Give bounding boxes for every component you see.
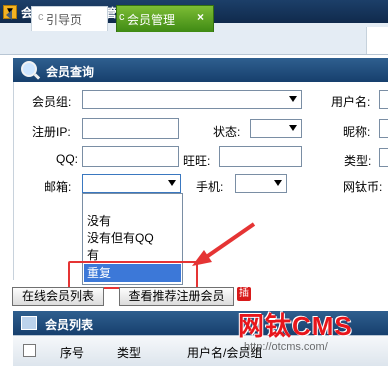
- select-all-checkbox[interactable]: [23, 344, 36, 357]
- tab-scroll-right[interactable]: [366, 27, 388, 54]
- qq-input[interactable]: [82, 146, 179, 167]
- query-panel-header: 会员查询: [13, 58, 388, 82]
- chevron-down-icon: [289, 125, 297, 131]
- online-members-button[interactable]: 在线会员列表: [12, 287, 104, 306]
- phone-label: 手机:: [196, 180, 224, 194]
- list-panel-title: 会员列表: [45, 318, 94, 332]
- search-icon: [21, 61, 37, 77]
- coins-label: 网钛币:: [343, 180, 383, 194]
- status-select[interactable]: [250, 119, 302, 138]
- email-select[interactable]: [82, 174, 181, 193]
- dropdown-option[interactable]: 没有: [87, 212, 111, 229]
- tab-member-management[interactable]: c 会员管理 ×: [116, 5, 214, 32]
- email-label: 邮箱:: [44, 180, 72, 194]
- column-header[interactable]: 序号: [60, 344, 84, 361]
- dropdown-option[interactable]: 没有但有QQ: [87, 229, 154, 246]
- annotation-arrow-icon: [192, 222, 256, 266]
- refresh-icon: c: [119, 11, 125, 23]
- tab-label: 引导页: [46, 13, 83, 27]
- tab-guide[interactable]: c 引导页: [31, 6, 108, 31]
- member-group-label: 会员组:: [32, 95, 72, 109]
- username-label: 用户名:: [331, 95, 371, 109]
- chevron-down-icon: [289, 96, 297, 102]
- username-input[interactable]: [379, 90, 388, 109]
- column-header[interactable]: 类型: [117, 344, 141, 361]
- type-label: 类型:: [344, 154, 372, 168]
- view-referrals-button[interactable]: 查看推荐注册会员: [119, 287, 234, 306]
- nickname-input[interactable]: [379, 119, 388, 138]
- plugin-badge-icon[interactable]: 插: [237, 287, 251, 301]
- member-group-select[interactable]: [82, 90, 302, 109]
- close-icon[interactable]: ×: [197, 10, 204, 24]
- register-ip-input[interactable]: [82, 118, 179, 139]
- watermark-url: http://otcms.com/: [244, 341, 328, 353]
- type-select[interactable]: [379, 148, 388, 167]
- phone-select[interactable]: [235, 174, 287, 193]
- register-ip-label: 注册IP:: [32, 125, 71, 139]
- status-label: 状态:: [213, 125, 241, 139]
- wangwang-input[interactable]: [219, 146, 302, 167]
- tab-scroll-left-icon[interactable]: [6, 10, 12, 20]
- highlight-box: [68, 261, 198, 289]
- list-icon: [21, 316, 37, 330]
- qq-label: QQ:: [56, 152, 79, 166]
- watermark-logo: 网钛CMS: [238, 311, 353, 341]
- wangwang-label: 旺旺:: [183, 154, 211, 168]
- nickname-label: 昵称:: [343, 125, 371, 139]
- query-panel-title: 会员查询: [46, 65, 95, 79]
- refresh-icon: c: [38, 11, 44, 23]
- chevron-down-icon: [168, 180, 176, 186]
- chevron-down-icon: [274, 180, 282, 186]
- tab-label: 会员管理: [127, 13, 176, 27]
